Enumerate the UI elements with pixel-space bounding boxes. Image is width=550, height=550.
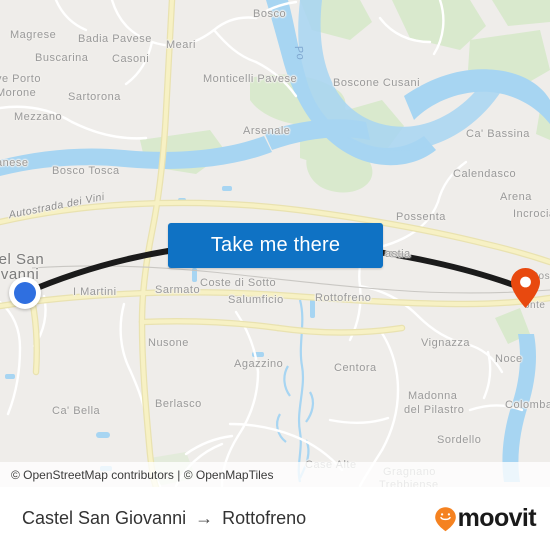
map-canvas[interactable]: tel SanovanniMagreseBadia PaveseMeariBos… [0, 0, 550, 487]
map-pin-icon [511, 268, 540, 308]
moovit-wordmark: moovit [457, 504, 537, 532]
route-title: Castel San Giovanni → Rottofreno [22, 508, 306, 529]
moovit-route-map-screen: tel SanovanniMagreseBadia PaveseMeariBos… [0, 0, 550, 550]
take-me-there-button[interactable]: Take me there [168, 223, 383, 268]
arrow-right-icon: → [195, 507, 214, 528]
map-attribution-bar: © OpenStreetMap contributors | © OpenMap… [0, 462, 550, 487]
origin-marker-dot [14, 282, 36, 304]
route-destination-label: Rottofreno [222, 508, 307, 528]
origin-marker-castel-san-giovanni[interactable] [9, 277, 41, 309]
footer-bar: Castel San Giovanni → Rottofreno moovit [0, 487, 550, 550]
destination-marker-rottofreno[interactable] [510, 267, 541, 309]
attribution-text[interactable]: © OpenStreetMap contributors | © OpenMap… [11, 468, 273, 482]
moovit-logo: moovit [434, 504, 537, 532]
moovit-pin-icon [434, 506, 456, 531]
route-origin-label: Castel San Giovanni [22, 508, 187, 528]
